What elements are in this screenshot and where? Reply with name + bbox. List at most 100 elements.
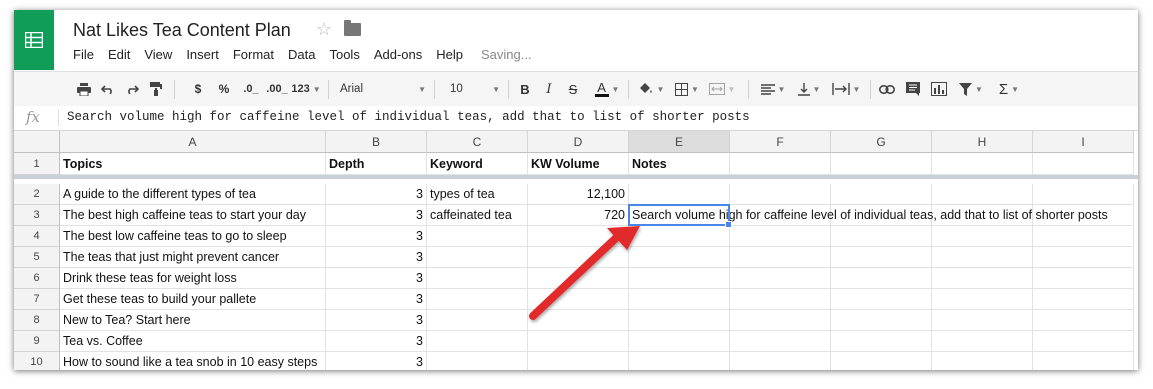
cell-d5[interactable] [528,247,629,268]
column-header-h[interactable]: H [932,131,1033,153]
cell-f5[interactable] [730,247,831,268]
cell-i2[interactable] [1033,184,1134,205]
functions-button[interactable]: Σ ▼ [992,72,1026,106]
column-header-a[interactable]: A [60,131,326,153]
row-header-1[interactable]: 1 [14,153,60,175]
text-color-button[interactable]: A ▼ [590,72,624,106]
cell-i7[interactable] [1033,289,1134,310]
cell-f6[interactable] [730,268,831,289]
row-header-2[interactable]: 2 [14,184,60,205]
cell-b6[interactable]: 3 [326,268,427,289]
cell-d4[interactable] [528,226,629,247]
menu-view[interactable]: View [144,47,172,62]
cell-d7[interactable] [528,289,629,310]
sheets-logo-icon[interactable] [14,10,54,70]
cell-b5[interactable]: 3 [326,247,427,268]
cell-f2[interactable] [730,184,831,205]
row-header-9[interactable]: 9 [14,331,60,352]
cell-a4[interactable]: The best low caffeine teas to go to slee… [60,226,326,247]
cell-c8[interactable] [427,310,528,331]
cell-e3[interactable]: Search volume high for caffeine level of… [629,205,1108,226]
cell-h4[interactable] [932,226,1033,247]
insert-comment-icon[interactable] [902,72,924,106]
cell-g10[interactable] [831,352,932,370]
spreadsheet-grid[interactable]: A B C D E F G H I 1 Topics Depth Keyword KW Volume Not… [14,131,1138,370]
cell-b10[interactable]: 3 [326,352,427,370]
cell-c9[interactable] [427,331,528,352]
column-header-e[interactable]: E [629,131,730,153]
filter-icon[interactable]: ▼ [954,72,988,106]
cell-a5[interactable]: The teas that just might prevent cancer [60,247,326,268]
cell-d9[interactable] [528,331,629,352]
cell-a3[interactable]: The best high caffeine teas to start you… [60,205,326,226]
cell-a1[interactable]: Topics [60,153,326,175]
row-header-10[interactable]: 10 [14,352,60,370]
menu-format[interactable]: Format [233,47,274,62]
row-header-4[interactable]: 4 [14,226,60,247]
cell-c2[interactable]: types of tea [427,184,528,205]
increase-decimal-button[interactable]: .00_ [264,72,290,106]
bold-button[interactable]: B [516,72,534,106]
cell-a9[interactable]: Tea vs. Coffee [60,331,326,352]
cell-e2[interactable] [629,184,730,205]
menu-help[interactable]: Help [436,47,463,62]
cell-b7[interactable]: 3 [326,289,427,310]
text-wrapping-icon[interactable]: ▼ [828,72,864,106]
cell-i10[interactable] [1033,352,1134,370]
select-all-corner[interactable] [14,131,60,153]
row-header-6[interactable]: 6 [14,268,60,289]
cell-a10[interactable]: How to sound like a tea snob in 10 easy … [60,352,326,370]
currency-format-button[interactable]: $ [190,72,206,106]
cell-i4[interactable] [1033,226,1134,247]
cell-f9[interactable] [730,331,831,352]
cell-c4[interactable] [427,226,528,247]
insert-link-icon[interactable] [876,72,898,106]
menu-addons[interactable]: Add-ons [374,47,422,62]
row-header-8[interactable]: 8 [14,310,60,331]
cell-d3[interactable]: 720 [528,205,629,226]
column-header-i[interactable]: I [1033,131,1134,153]
row-header-5[interactable]: 5 [14,247,60,268]
horizontal-align-icon[interactable]: ▼ [756,72,790,106]
formula-input[interactable]: Search volume high for caffeine level of… [67,110,750,124]
cell-b3[interactable]: 3 [326,205,427,226]
menu-data[interactable]: Data [288,47,315,62]
cell-d8[interactable] [528,310,629,331]
folder-icon[interactable] [344,20,361,36]
strikethrough-button[interactable]: S [564,72,582,106]
cell-c5[interactable] [427,247,528,268]
font-family-select[interactable]: Arial ▼ [336,72,426,106]
more-formats-button[interactable]: 123 ▼ [290,72,322,106]
cell-i6[interactable] [1033,268,1134,289]
cell-f10[interactable] [730,352,831,370]
vertical-align-icon[interactable]: ▼ [792,72,826,106]
cell-d2[interactable]: 12,100 [528,184,629,205]
redo-icon[interactable] [122,72,142,106]
cell-h1[interactable] [932,153,1033,175]
cell-c6[interactable] [427,268,528,289]
paint-format-icon[interactable] [146,72,166,106]
cell-d6[interactable] [528,268,629,289]
decrease-decimal-button[interactable]: .0_ [240,72,262,106]
cell-g1[interactable] [831,153,932,175]
percent-format-button[interactable]: % [216,72,232,106]
cell-g6[interactable] [831,268,932,289]
cell-e10[interactable] [629,352,730,370]
merge-cells-icon[interactable]: ▼ [706,72,738,106]
column-header-b[interactable]: B [326,131,427,153]
cell-d1[interactable]: KW Volume [528,153,629,175]
menu-file[interactable]: File [73,47,94,62]
document-title[interactable]: Nat Likes Tea Content Plan [73,20,291,41]
cell-g7[interactable] [831,289,932,310]
cell-e4[interactable] [629,226,730,247]
cell-i5[interactable] [1033,247,1134,268]
star-icon[interactable]: ☆ [316,19,332,40]
borders-icon[interactable]: ▼ [672,72,702,106]
cell-d10[interactable] [528,352,629,370]
cell-e7[interactable] [629,289,730,310]
cell-i8[interactable] [1033,310,1134,331]
cell-g2[interactable] [831,184,932,205]
cell-e1[interactable]: Notes [629,153,730,175]
menu-insert[interactable]: Insert [186,47,219,62]
print-icon[interactable] [74,72,94,106]
